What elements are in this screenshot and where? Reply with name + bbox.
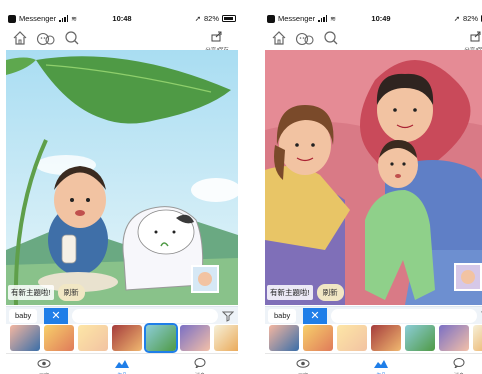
theme-thumbnail[interactable]	[180, 325, 210, 351]
eye-icon	[296, 359, 310, 368]
face-cartoon-icon[interactable]	[295, 30, 315, 46]
theme-thumbnail[interactable]	[112, 325, 142, 351]
tag-chip-baby[interactable]: baby	[9, 309, 38, 323]
theme-thumbnail[interactable]	[337, 325, 367, 351]
new-theme-notice: 有新主題啦! 刷新	[8, 284, 85, 301]
top-toolbar: 分享/保存	[265, 28, 482, 54]
battery-percent: 82%	[203, 14, 219, 23]
theme-thumbnail-strip	[265, 325, 482, 353]
home-icon[interactable]	[271, 30, 287, 46]
theme-thumbnail-selected[interactable]	[144, 323, 178, 353]
location-icon: ➚	[453, 14, 460, 23]
new-theme-text: 有新主題啦!	[267, 285, 313, 300]
filter-icon[interactable]	[222, 310, 234, 322]
status-time: 10:49	[371, 14, 391, 23]
cartoon-artwork-family[interactable]	[265, 50, 482, 305]
home-icon[interactable]	[12, 30, 28, 46]
search-input[interactable]	[72, 309, 218, 323]
tab-gallery[interactable]: 画廊	[24, 355, 64, 374]
battery-percent: 82%	[462, 14, 478, 23]
theme-thumbnail[interactable]	[303, 325, 333, 351]
chat-bubble-icon	[453, 358, 465, 370]
tab-messages[interactable]: 消息	[180, 355, 220, 374]
eye-icon	[37, 359, 51, 368]
tab-gallery[interactable]: 画廊	[283, 355, 323, 374]
tab-messages[interactable]: 消息	[439, 355, 479, 374]
theme-thumbnail[interactable]	[439, 325, 469, 351]
bottom-tab-bar: 画廊 作品 消息	[6, 353, 238, 374]
new-theme-text: 有新主題啦!	[8, 285, 54, 300]
theme-thumbnail[interactable]	[10, 325, 40, 351]
status-bar: Messenger ≋ 10:49 ➚ 82%	[265, 10, 482, 28]
theme-thumbnail[interactable]	[371, 325, 401, 351]
mountain-icon	[115, 360, 129, 368]
phone-screen-2: Messenger ≋ 10:49 ➚ 82% 分享/保存	[265, 10, 482, 374]
theme-thumbnail[interactable]	[269, 325, 299, 351]
share-icon	[470, 31, 481, 42]
theme-thumbnail-strip	[6, 323, 238, 353]
theme-thumbnail[interactable]	[78, 325, 108, 351]
new-theme-notice: 有新主題啦! 刷新	[267, 284, 344, 301]
chat-bubble-icon	[194, 358, 206, 370]
mountain-icon	[374, 360, 388, 368]
share-icon	[211, 31, 222, 42]
top-toolbar: 分享/保存	[6, 28, 238, 54]
tag-search-bar: baby ✕	[265, 306, 482, 324]
battery-level	[224, 17, 233, 20]
refresh-button[interactable]: 刷新	[57, 284, 85, 301]
face-cartoon-icon[interactable]	[36, 30, 56, 46]
search-input[interactable]	[331, 309, 477, 323]
theme-thumbnail[interactable]	[405, 325, 435, 351]
location-icon: ➚	[194, 14, 201, 23]
cartoon-artwork-leaf[interactable]	[6, 50, 238, 305]
tab-works[interactable]: 作品	[361, 355, 401, 374]
tag-search-bar: baby ✕	[6, 306, 238, 324]
clear-tag-button[interactable]: ✕	[303, 308, 327, 324]
clear-tag-button[interactable]: ✕	[44, 308, 68, 324]
theme-thumbnail[interactable]	[214, 325, 238, 351]
search-icon[interactable]	[64, 30, 80, 46]
battery-icon	[222, 15, 236, 22]
tab-works[interactable]: 作品	[102, 355, 142, 374]
phone-screen-1: Messenger ≋ 10:48 ➚ 82% 分享/保存	[6, 10, 238, 374]
search-icon[interactable]	[323, 30, 339, 46]
bottom-tab-bar: 画廊 作品 消息	[265, 353, 482, 374]
tag-chip-baby[interactable]: baby	[268, 309, 297, 323]
status-bar: Messenger ≋ 10:48 ➚ 82%	[6, 10, 238, 28]
theme-thumbnail[interactable]	[44, 325, 74, 351]
refresh-button[interactable]: 刷新	[316, 284, 344, 301]
theme-thumbnail[interactable]	[473, 325, 482, 351]
